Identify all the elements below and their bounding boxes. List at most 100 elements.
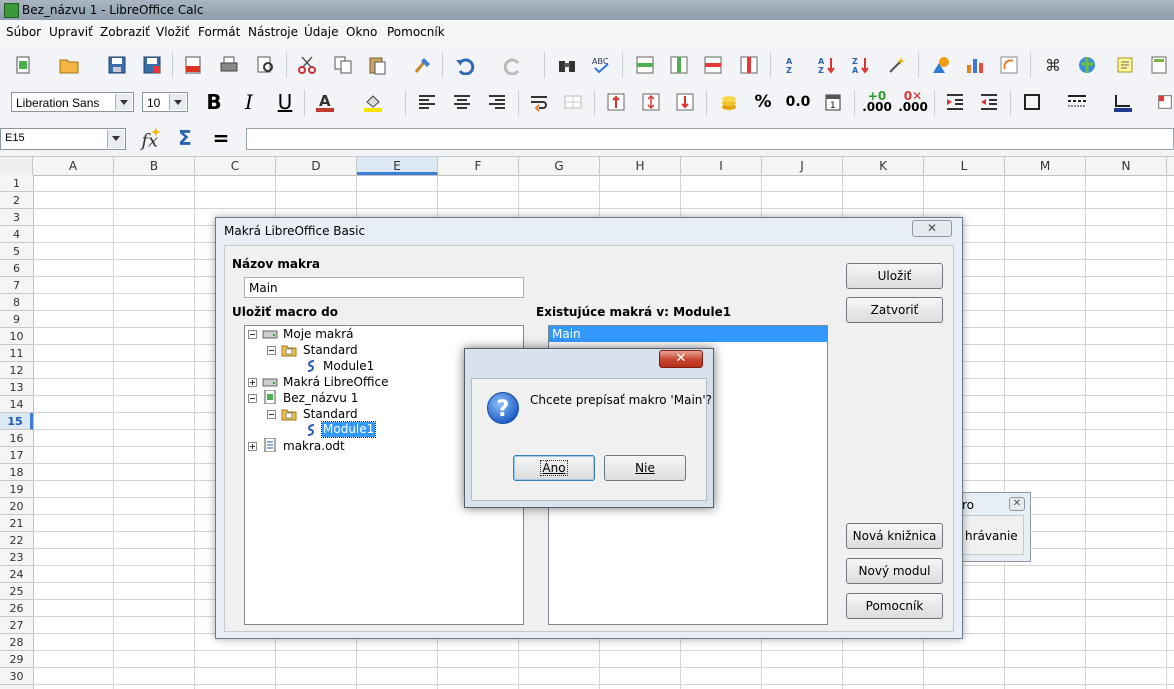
- collapse-icon[interactable]: [248, 330, 257, 339]
- no-button[interactable]: Nie: [604, 455, 686, 481]
- align-center-icon[interactable]: [449, 89, 475, 115]
- redo-icon[interactable]: [500, 52, 526, 78]
- wrap-text-icon[interactable]: [526, 89, 552, 115]
- collapse-icon[interactable]: [267, 346, 276, 355]
- expand-icon[interactable]: [248, 378, 257, 387]
- row-header[interactable]: 24: [0, 566, 33, 583]
- column-header[interactable]: B: [114, 157, 195, 175]
- macro-list-item-selected[interactable]: Main: [549, 326, 827, 342]
- add-decimal-button[interactable]: +0 .000: [862, 89, 892, 115]
- row-header[interactable]: 29: [0, 651, 33, 668]
- row-header[interactable]: 5: [0, 243, 33, 260]
- row-header[interactable]: 21: [0, 515, 33, 532]
- column-header[interactable]: L: [924, 157, 1005, 175]
- copy-icon[interactable]: [330, 52, 356, 78]
- row-header[interactable]: 11: [0, 345, 33, 362]
- menu-window[interactable]: Okno: [346, 25, 377, 39]
- hyperlink-icon[interactable]: [1074, 52, 1100, 78]
- align-vertical-center-icon[interactable]: [638, 89, 664, 115]
- currency-format-icon[interactable]: [716, 89, 742, 115]
- row-header[interactable]: 1: [0, 175, 33, 192]
- macro-name-input[interactable]: Main: [244, 277, 524, 298]
- row-header[interactable]: 12: [0, 362, 33, 379]
- column-header[interactable]: N: [1086, 157, 1167, 175]
- find-replace-icon[interactable]: [554, 52, 580, 78]
- column-header[interactable]: I: [681, 157, 762, 175]
- row-header[interactable]: 7: [0, 277, 33, 294]
- column-header[interactable]: A: [33, 157, 114, 175]
- undo-icon[interactable]: [452, 52, 478, 78]
- paste-icon[interactable]: [364, 52, 390, 78]
- new-library-button[interactable]: Nová knižnica: [846, 523, 943, 549]
- row-header[interactable]: 18: [0, 464, 33, 481]
- menu-insert[interactable]: Vložiť: [156, 25, 189, 39]
- bold-icon[interactable]: B: [201, 89, 227, 115]
- menu-edit[interactable]: Upraviť: [49, 25, 93, 39]
- autofilter-icon[interactable]: [884, 52, 910, 78]
- open-folder-icon[interactable]: [56, 52, 82, 78]
- clone-format-icon[interactable]: [410, 52, 436, 78]
- formula-input[interactable]: [246, 128, 1174, 150]
- row-header[interactable]: 26: [0, 600, 33, 617]
- menu-file[interactable]: Súbor: [6, 25, 41, 39]
- align-bottom-icon[interactable]: [672, 89, 698, 115]
- tree-item-my-macros[interactable]: Moje makrá: [245, 326, 523, 342]
- font-size-dropdown-icon[interactable]: [169, 94, 186, 110]
- menu-tools[interactable]: Nástroje: [248, 25, 298, 39]
- increase-indent-icon[interactable]: [942, 89, 968, 115]
- yes-button[interactable]: Áno: [513, 455, 595, 481]
- row-header[interactable]: 25: [0, 583, 33, 600]
- delete-column-icon[interactable]: [736, 52, 762, 78]
- font-color-icon[interactable]: A: [312, 89, 338, 115]
- column-header[interactable]: F: [438, 157, 519, 175]
- row-header[interactable]: 9: [0, 311, 33, 328]
- save-icon[interactable]: [104, 52, 130, 78]
- headers-footers-icon[interactable]: [1146, 52, 1172, 78]
- align-left-icon[interactable]: [414, 89, 440, 115]
- align-right-icon[interactable]: [484, 89, 510, 115]
- formula-equals-button[interactable]: =: [208, 125, 234, 151]
- expand-icon[interactable]: [248, 442, 257, 451]
- menu-view[interactable]: Zobraziť: [100, 25, 150, 39]
- row-header[interactable]: 14: [0, 396, 33, 413]
- highlight-color-icon[interactable]: [360, 89, 386, 115]
- collapse-icon[interactable]: [267, 410, 276, 419]
- column-header[interactable]: M: [1005, 157, 1086, 175]
- insert-chart-icon[interactable]: [962, 52, 988, 78]
- border-style-icon[interactable]: [1064, 89, 1090, 115]
- column-header[interactable]: K: [843, 157, 924, 175]
- number-format-button[interactable]: 0.0: [782, 89, 814, 115]
- name-box[interactable]: E15: [0, 128, 126, 150]
- italic-icon[interactable]: I: [236, 89, 262, 115]
- date-format-icon[interactable]: 1: [820, 89, 846, 115]
- row-header[interactable]: 17: [0, 447, 33, 464]
- align-top-icon[interactable]: [603, 89, 629, 115]
- font-size-combo[interactable]: 10: [142, 92, 188, 112]
- column-header[interactable]: D: [276, 157, 357, 175]
- menu-data[interactable]: Údaje: [304, 25, 338, 39]
- conditional-format-icon[interactable]: [1156, 89, 1174, 115]
- row-header[interactable]: 3: [0, 209, 33, 226]
- save-button[interactable]: Uložiť: [846, 263, 943, 289]
- row-header[interactable]: 28: [0, 634, 33, 651]
- help-button[interactable]: Pomocník: [846, 593, 943, 619]
- row-header[interactable]: 6: [0, 260, 33, 277]
- sort-descending-icon[interactable]: ZA: [848, 52, 874, 78]
- row-header[interactable]: 19: [0, 481, 33, 498]
- save-as-icon[interactable]: [139, 52, 165, 78]
- special-character-icon[interactable]: ⌘: [1040, 52, 1066, 78]
- confirm-dialog-close-button[interactable]: ✕: [659, 350, 703, 368]
- row-header[interactable]: 30: [0, 668, 33, 685]
- menu-format[interactable]: Formát: [198, 25, 240, 39]
- row-header[interactable]: 4: [0, 226, 33, 243]
- print-icon[interactable]: [216, 52, 242, 78]
- background-dialog-close-button[interactable]: ✕: [1009, 497, 1025, 511]
- insert-column-icon[interactable]: [666, 52, 692, 78]
- pivot-table-icon[interactable]: [996, 52, 1022, 78]
- delete-row-icon[interactable]: [700, 52, 726, 78]
- font-name-dropdown-icon[interactable]: [115, 94, 132, 110]
- function-wizard-icon[interactable]: fx: [138, 125, 164, 151]
- macro-dialog-close-button[interactable]: ✕: [912, 220, 952, 237]
- column-header[interactable]: C: [195, 157, 276, 175]
- print-preview-icon[interactable]: [252, 52, 278, 78]
